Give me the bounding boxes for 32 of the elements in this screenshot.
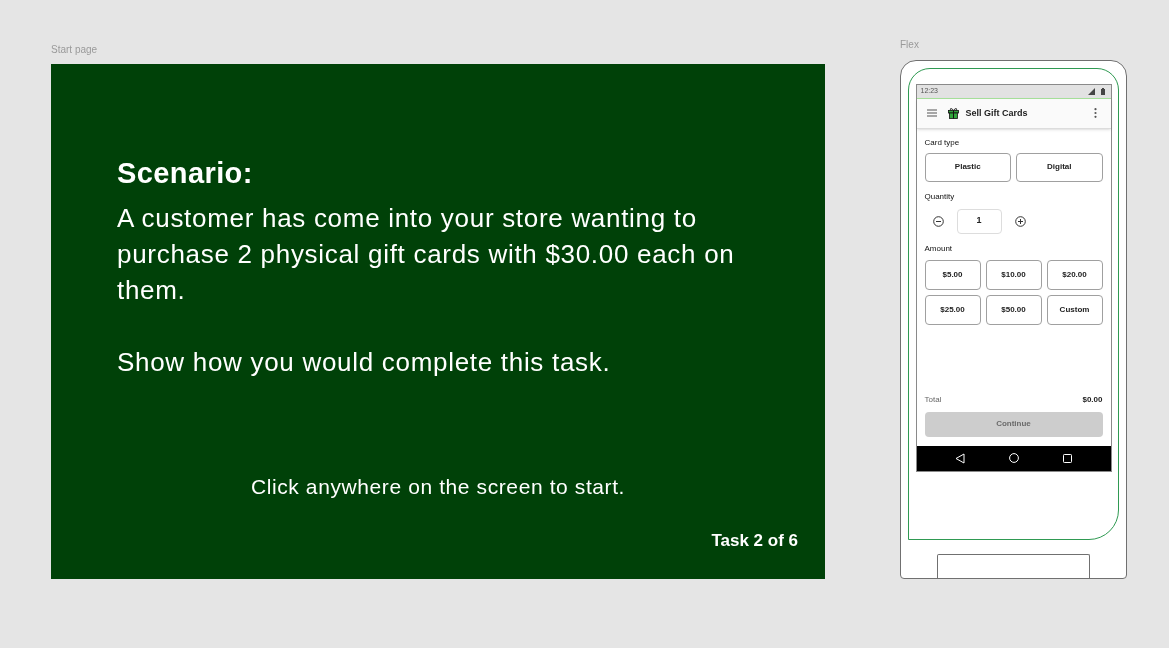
- back-icon[interactable]: [955, 452, 965, 464]
- more-options-icon[interactable]: [1093, 108, 1097, 118]
- task-counter: Task 2 of 6: [711, 531, 798, 551]
- home-icon[interactable]: [1009, 453, 1019, 463]
- frame-label: Start page: [51, 43, 98, 57]
- frame-label: Flex: [900, 38, 919, 52]
- amount-option[interactable]: $10.00: [985, 259, 1042, 290]
- minus-icon[interactable]: [932, 215, 944, 227]
- battery-icon: [1100, 87, 1105, 95]
- amount-option[interactable]: $50.00: [985, 294, 1042, 325]
- amount-label: Amount: [924, 243, 953, 254]
- amount-option[interactable]: $25.00: [924, 294, 981, 325]
- scenario-text: A customer has come into your store wanting to purchase 2 physical gift cards with $30.00 each on them.: [117, 202, 736, 307]
- signal-icon: [1087, 87, 1095, 95]
- card-type-label: Card type: [924, 137, 960, 148]
- amount-option[interactable]: Custom: [1046, 294, 1103, 325]
- card-type-option[interactable]: Digital: [1016, 152, 1103, 182]
- total-label: Total: [924, 394, 942, 405]
- quantity-label: Quantity: [924, 191, 955, 202]
- scenario-heading: Scenario:: [117, 156, 253, 191]
- amount-option[interactable]: $5.00: [924, 259, 981, 290]
- total-amount: $0.00: [1082, 394, 1103, 405]
- start-page-frame[interactable]: [51, 64, 825, 579]
- gift-icon: [947, 107, 959, 119]
- plus-icon[interactable]: [1014, 215, 1026, 227]
- quantity-field[interactable]: 1: [956, 208, 1002, 234]
- card-type-option[interactable]: Plastic: [924, 152, 1011, 182]
- scenario-text: Show how you would complete this task.: [117, 346, 612, 379]
- amount-option[interactable]: $20.00: [1046, 259, 1103, 290]
- recent-apps-icon[interactable]: [1063, 453, 1072, 463]
- start-instruction: Click anywhere on the screen to start.: [250, 474, 626, 500]
- app-title: Sell Gift Cards: [965, 107, 1028, 119]
